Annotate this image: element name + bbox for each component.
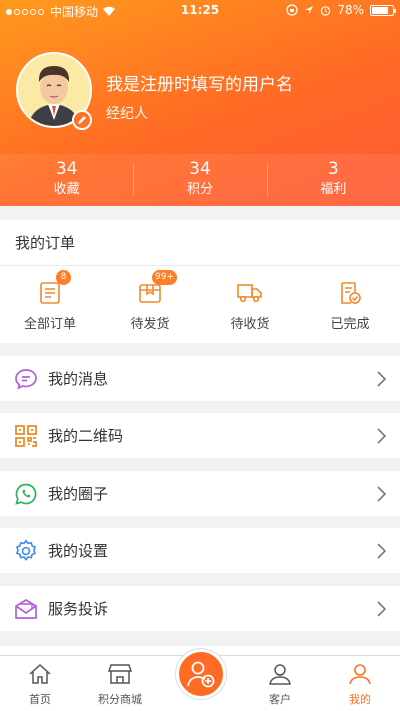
stat-value: 34 [55, 159, 78, 179]
menu-item-label: 我的设置 [48, 542, 109, 560]
order-list-icon [40, 282, 60, 304]
battery-icon [370, 4, 396, 16]
order-badge: 99+ [152, 270, 177, 285]
menu-item-circle[interactable]: 我的圈子 [0, 471, 400, 516]
stat-benefits[interactable]: 3 福利 [266, 154, 400, 206]
order-all-button[interactable]: 8 全部订单 [0, 270, 100, 332]
gear-icon [15, 538, 37, 561]
tab-home[interactable]: 首页 [0, 656, 80, 711]
order-pending-ship-button[interactable]: 99+ 待发货 [100, 270, 200, 332]
location-icon [305, 6, 314, 14]
chevron-right-icon [377, 427, 386, 444]
stat-value: 34 [189, 159, 211, 179]
add-client-button[interactable] [176, 649, 226, 699]
alarm-icon [321, 5, 331, 16]
stat-points[interactable]: 34 积分 [133, 154, 266, 206]
menu-item-label: 我的圈子 [48, 485, 109, 503]
home-icon [29, 663, 51, 684]
add-user-icon [187, 661, 215, 688]
order-badge: 8 [56, 270, 71, 285]
stat-value: 3 [327, 159, 339, 179]
menu-item-label: 我的二维码 [48, 427, 124, 445]
chevron-right-icon [377, 542, 386, 559]
client-icon [269, 664, 291, 685]
menu-item-complaint[interactable]: 服务投诉 [0, 586, 400, 631]
stat-label: 福利 [320, 182, 347, 197]
order-label: 待发货 [130, 317, 170, 332]
battery-percent: 78% [337, 3, 364, 17]
message-icon [15, 368, 37, 390]
profile-page: 中国移动 11:25 78% 我是注册时填写的用户名 经纪人 34 收藏 34 … [0, 0, 400, 711]
complaint-mail-icon [15, 598, 37, 619]
circle-chat-icon [15, 483, 37, 505]
tab-clients[interactable]: 客户 [240, 656, 320, 711]
order-pending-receive-button[interactable]: 待收货 [200, 280, 300, 332]
tab-mine[interactable]: 我的 [320, 656, 400, 711]
edit-avatar-button[interactable] [72, 110, 92, 130]
order-label: 待收货 [230, 317, 270, 332]
shop-icon [107, 664, 133, 684]
lock-rotation-icon [286, 4, 298, 16]
order-label: 已完成 [330, 317, 370, 332]
tab-label: 客户 [269, 693, 291, 706]
pencil-icon [78, 116, 86, 124]
tab-label: 首页 [29, 693, 51, 706]
menu-item-qrcode[interactable]: 我的二维码 [0, 413, 400, 458]
profile-header: 中国移动 11:25 78% 我是注册时填写的用户名 经纪人 34 收藏 34 … [0, 0, 400, 206]
stat-favorites[interactable]: 34 收藏 [0, 154, 133, 206]
tab-points-mall[interactable]: 积分商城 [80, 656, 160, 711]
order-completed-button[interactable]: 已完成 [300, 280, 400, 332]
status-bar: 中国移动 11:25 78% [0, 0, 400, 22]
tab-label: 我的 [349, 693, 371, 706]
tab-label: 积分商城 [98, 693, 142, 706]
order-status-row: 8 全部订单 99+ 待发货 待收货 已完成 [0, 270, 400, 332]
menu-item-label: 我的消息 [48, 370, 109, 388]
menu-item-settings[interactable]: 我的设置 [0, 528, 400, 573]
stat-label: 收藏 [53, 182, 80, 197]
qrcode-icon [15, 424, 37, 447]
chevron-right-icon [377, 600, 386, 617]
username: 我是注册时填写的用户名 [106, 75, 293, 95]
user-role: 经纪人 [106, 106, 148, 122]
menu-item-label: 服务投诉 [48, 600, 109, 618]
chevron-right-icon [377, 485, 386, 502]
completed-icon [341, 282, 361, 304]
profile-icon [349, 664, 371, 685]
order-label: 全部订单 [23, 317, 76, 332]
orders-title: 我的订单 [15, 234, 76, 252]
stats-bar: 34 收藏 34 积分 3 福利 [0, 154, 400, 206]
chevron-right-icon [377, 370, 386, 387]
menu-item-messages[interactable]: 我的消息 [0, 356, 400, 401]
truck-icon [237, 284, 262, 303]
divider [0, 265, 400, 266]
stat-label: 积分 [186, 182, 213, 197]
